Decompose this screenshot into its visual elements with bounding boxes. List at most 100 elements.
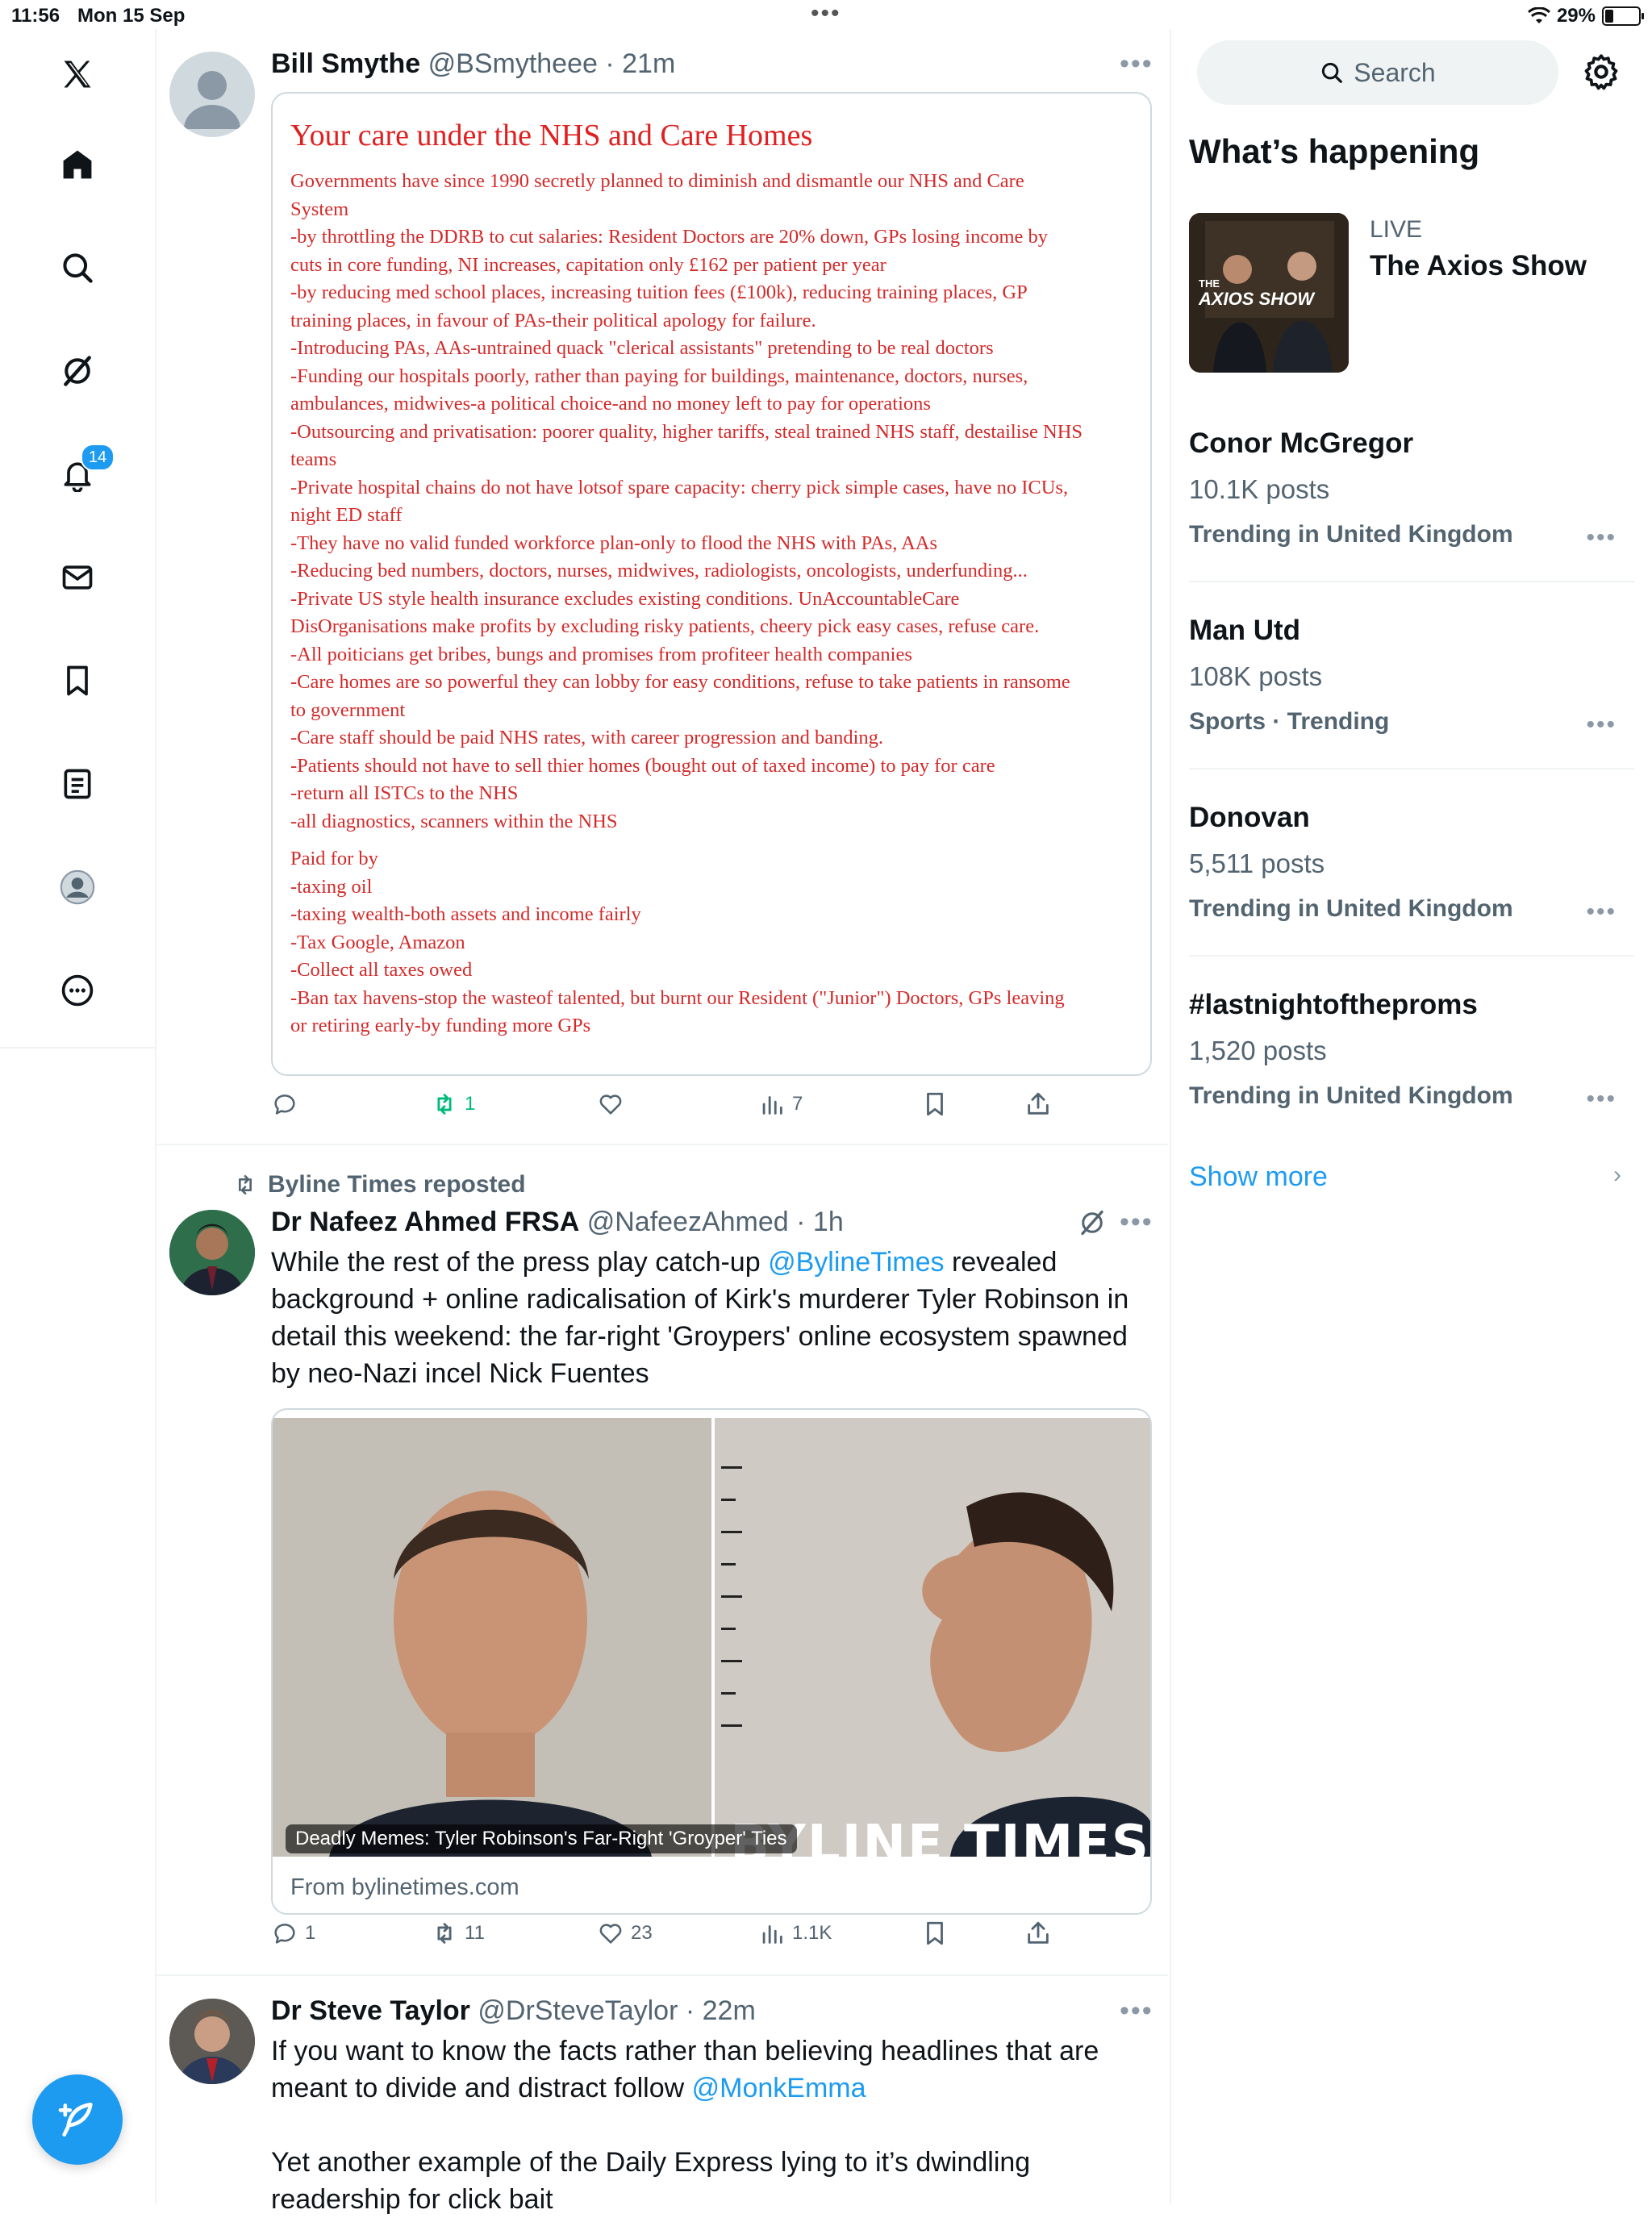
link-preview-card[interactable]: BYLINE TIMES Deadly Memes: Tyler Robinso… <box>271 1408 1152 1915</box>
bookmarks-icon[interactable] <box>52 655 103 707</box>
live-label: LIVE <box>1370 216 1423 243</box>
trend-name: Conor McGregor <box>1189 427 1414 459</box>
document-paid-line: -taxing oil <box>290 875 373 898</box>
bookmark-button[interactable] <box>921 1090 949 1118</box>
repost-count: 1 <box>465 1093 476 1115</box>
mention-link[interactable]: @MonkEmma <box>692 2073 866 2103</box>
mugshot-image: BYLINE TIMES <box>273 1418 1150 1874</box>
like-button[interactable] <box>597 1090 631 1118</box>
post-text-continued: Yet another example of the Daily Express… <box>271 2147 1031 2215</box>
avatar[interactable] <box>169 1210 255 1295</box>
trend-item[interactable]: Conor McGregor 10.1K posts Trending in U… <box>1189 427 1633 551</box>
document-line: -Private US style health insurance exclu… <box>290 587 960 610</box>
author-name[interactable]: Bill Smythe <box>271 48 420 79</box>
trend-more-icon[interactable]: ••• <box>1586 524 1617 552</box>
repost-button[interactable]: 1 <box>431 1090 475 1118</box>
document-line: DisOrganisations make profits by excludi… <box>290 615 1040 637</box>
mention-link[interactable]: @BylineTimes <box>768 1247 944 1278</box>
document-line: -all diagnostics, scanners within the NH… <box>290 810 618 832</box>
post-more-icon[interactable]: ••• <box>1120 48 1153 80</box>
trend-more-icon[interactable]: ••• <box>1586 898 1617 926</box>
reply-button[interactable] <box>271 1090 305 1118</box>
document-line: -by throttling the DDRB to cut salaries:… <box>290 226 1049 248</box>
more-options-icon[interactable] <box>52 965 103 1016</box>
x-logo-icon[interactable] <box>52 48 103 100</box>
views-button[interactable]: 1.1K <box>758 1920 832 1947</box>
post-more-icon[interactable]: ••• <box>1120 1207 1153 1238</box>
tweet-header: Bill Smythe @BSmytheee · 21m <box>271 48 676 79</box>
compose-post-button[interactable] <box>32 2074 123 2165</box>
lists-icon[interactable] <box>52 758 103 810</box>
home-icon[interactable] <box>52 139 103 190</box>
compose-feather-icon <box>58 2103 93 2137</box>
author-name[interactable]: Dr Nafeez Ahmed FRSA <box>271 1207 579 1237</box>
notifications-badge: 14 <box>81 444 115 471</box>
repost-label: Byline Times reposted <box>268 1171 526 1198</box>
trend-more-icon[interactable]: ••• <box>1586 711 1617 739</box>
views-chart-icon <box>762 1925 782 1944</box>
avatar[interactable] <box>169 1999 255 2084</box>
embedded-document-image[interactable]: Your care under the NHS and Care Homes G… <box>271 92 1152 1076</box>
live-show-thumbnail[interactable]: THE AXIOS SHOW <box>1189 213 1349 373</box>
post-actions: 1 7 <box>271 1090 1158 1123</box>
share-button[interactable] <box>1024 1920 1052 1947</box>
author-handle[interactable]: @DrSteveTaylor <box>478 1995 678 2026</box>
profile-avatar-icon[interactable] <box>52 861 103 913</box>
search-icon[interactable] <box>52 242 103 294</box>
tweet-header: Dr Steve Taylor @DrSteveTaylor · 22m <box>271 1995 756 2026</box>
document-line: teams <box>290 448 337 470</box>
post-more-icon[interactable]: ••• <box>1120 1995 1153 2027</box>
settings-gear-icon[interactable] <box>1581 52 1621 92</box>
trend-count: 1,520 posts <box>1189 1036 1327 1065</box>
link-domain[interactable]: From bylinetimes.com <box>290 1874 519 1901</box>
post-time[interactable]: 22m <box>703 1995 756 2026</box>
repost-button[interactable]: 11 <box>431 1920 485 1947</box>
document-line: -by reducing med school places, increasi… <box>290 281 1028 303</box>
author-name[interactable]: Dr Steve Taylor <box>271 1995 470 2026</box>
document-line: -Introducing PAs, AAs-untrained quack "c… <box>290 337 994 359</box>
views-button[interactable]: 7 <box>758 1090 803 1118</box>
document-title: Your care under the NHS and Care Homes <box>290 119 813 152</box>
post-actions: 1 11 23 1.1K <box>271 1920 1158 1952</box>
repost-icon <box>437 1094 452 1115</box>
post-time[interactable]: 1h <box>813 1207 844 1237</box>
grok-icon[interactable] <box>52 345 103 397</box>
reply-button[interactable]: 1 <box>271 1920 315 1947</box>
trend-divider <box>1189 581 1634 582</box>
trend-item[interactable]: Man Utd 108K posts Sports · Trending ••• <box>1189 615 1633 739</box>
views-chart-icon <box>762 1096 782 1115</box>
trend-item[interactable]: #lastnightoftheproms 1,520 posts Trendin… <box>1189 989 1633 1113</box>
notifications-bell-icon[interactable]: 14 <box>52 444 115 500</box>
avatar[interactable] <box>169 52 255 137</box>
nav-rail: 14 <box>0 29 155 2203</box>
status-time: 11:56 <box>11 5 60 27</box>
like-button[interactable]: 23 <box>597 1920 653 1947</box>
share-button[interactable] <box>1024 1090 1052 1118</box>
document-line: -Reducing bed numbers, doctors, nurses, … <box>290 560 1028 582</box>
status-date: Mon 15 Sep <box>77 5 186 27</box>
live-show-title[interactable]: The Axios Show <box>1370 250 1587 282</box>
messages-icon[interactable] <box>52 552 103 603</box>
document-paid-line: -Ban tax havens-stop the wasteof talente… <box>290 986 1065 1009</box>
trend-more-icon[interactable]: ••• <box>1586 1086 1617 1113</box>
trend-item[interactable]: Donovan 5,511 posts Trending in United K… <box>1189 802 1633 926</box>
author-handle[interactable]: @NafeezAhmed <box>587 1207 789 1237</box>
post-text: While the rest of the press play catch-u… <box>271 1247 1129 1389</box>
document-line: cuts in core funding, NI increases, capi… <box>290 253 886 276</box>
document-line: night ED staff <box>290 504 403 526</box>
heart-icon <box>599 1924 622 1944</box>
document-line: -Care staff should be paid NHS rates, wi… <box>290 727 884 748</box>
repost-count: 11 <box>465 1922 485 1944</box>
document-line: -return all ISTCs to the NHS <box>290 782 519 804</box>
author-handle[interactable]: @BSmytheee <box>428 48 598 79</box>
multitask-dots-icon[interactable]: ••• <box>811 0 841 27</box>
repost-context[interactable]: Byline Times reposted <box>232 1171 526 1199</box>
grok-explain-icon[interactable] <box>1078 1208 1107 1241</box>
post-time[interactable]: 21m <box>622 48 675 79</box>
show-more-link[interactable]: Show more <box>1189 1161 1328 1193</box>
search-input[interactable]: Search <box>1197 40 1558 105</box>
trend-divider <box>1189 955 1634 957</box>
trend-divider <box>1189 768 1634 769</box>
bookmark-button[interactable] <box>921 1920 949 1947</box>
trend-context: Sports · Trending <box>1189 708 1390 735</box>
